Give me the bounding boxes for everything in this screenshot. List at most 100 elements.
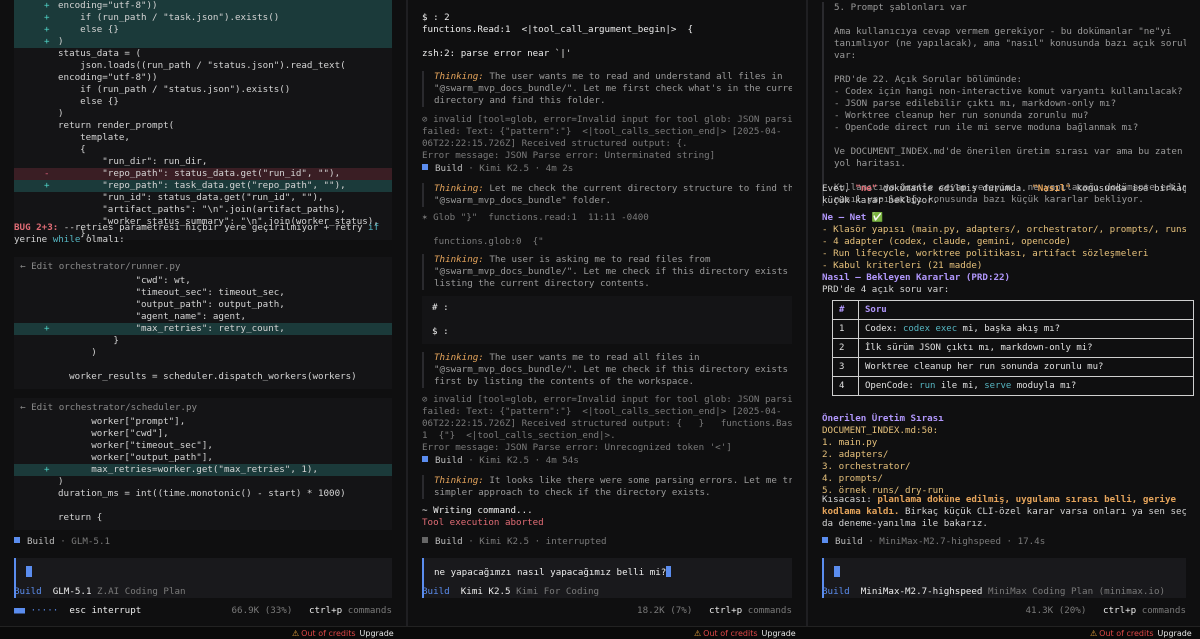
summary-part: Kısacası: [822, 494, 878, 505]
inline-code: codex exec [902, 324, 958, 334]
ne-item: - 4 adapter (codex, claude, gemini, open… [822, 236, 1071, 247]
build-label: Build [27, 536, 55, 547]
aborted-text: Tool execution aborted [422, 517, 544, 528]
diff-line: worker["cwd"], [14, 428, 392, 440]
diff-sign [44, 488, 58, 500]
diff-sign [44, 108, 58, 120]
progress-dots-icon: ■■ ····· [14, 605, 59, 616]
code-text: else {} [58, 96, 119, 107]
code-text: status_data = ( [58, 48, 141, 59]
provider-label: MiniMax Coding Plan (minimax.io) [988, 586, 1166, 597]
diff-sign [44, 144, 58, 156]
pane-status-line: 41.3K (20%) ctrl+p commands [822, 605, 1186, 617]
thinking-block-1: Thinking: The user wants me to read and … [422, 71, 792, 107]
table-row: 4 OpenCode: run ile mi, serve moduyla mı? [832, 376, 1194, 396]
thinking-continuation: 5. Prompt şablonları var Ama kullanıcıya… [822, 2, 1186, 206]
ne-item: - Klasör yapısı (main.py, adapters/, orc… [822, 224, 1186, 235]
question-text: İlk sürüm JSON çıktı mı, markdown-only m… [865, 343, 1093, 353]
terminal-pane-kimi[interactable]: $ : 2 functions.Read:1 <|tool_call_argume… [408, 0, 806, 626]
diff-sign [44, 60, 58, 72]
thinking-block-4: Thinking: The user wants me to read all … [422, 352, 792, 388]
model-label: GLM-5.1 [52, 586, 92, 597]
upgrade-link[interactable]: Upgrade [360, 629, 394, 638]
terminal-pane-minimax[interactable]: 5. Prompt şablonları var Ama kullanıcıya… [808, 0, 1200, 626]
table-cell-question: OpenCode: run ile mi, serve moduyla mı? [858, 376, 1194, 396]
table-cell-number: 2 [832, 338, 859, 358]
screen: + encoding="utf-8")) + if (run_path / "tas… [0, 0, 1200, 639]
table-header-row: # Soru [832, 300, 1194, 320]
code-text: worker["output_path"], [58, 452, 213, 463]
code-text: "timeout_sec": timeout_sec, [58, 287, 285, 298]
thinking-text: It looks like there were some parsing er… [483, 475, 792, 486]
ne-heading: Ne — Net ✅ [822, 212, 884, 223]
prd-item: - OpenCode direct run ile mi serve modun… [834, 122, 1139, 133]
table-header-number: # [832, 300, 859, 320]
build-label: Build [835, 536, 863, 547]
diff-line: return { [14, 512, 392, 524]
thinking-block-2: Thinking: Let me check the current direc… [422, 183, 792, 207]
diff-sign [44, 299, 58, 311]
model-footer: Build GLM-5.1 Z.AI Coding Plan [14, 586, 392, 598]
code-text: worker["cwd"], [58, 428, 169, 439]
question-text: ile mi, [935, 381, 985, 391]
shell-output-mid: # : $ : [422, 296, 792, 344]
diff-line: return render_prompt( [14, 120, 392, 132]
diff-sign [44, 192, 58, 204]
diff-sign: + [44, 24, 50, 35]
code-text: ) [58, 36, 64, 47]
terminal-pane-glm[interactable]: + encoding="utf-8")) + if (run_path / "tas… [0, 0, 406, 626]
diff-line: worker["prompt"], [14, 416, 392, 428]
diff-line: } [14, 335, 392, 347]
summary-text: Kısacası: planlama doküne edilmiş, uygul… [822, 494, 1186, 530]
diff-sign [44, 500, 58, 512]
diff-line: ) [14, 347, 392, 359]
code-text: "artifact_paths": "\n".join(artifact_pat… [58, 204, 346, 215]
model-label: Kimi K2.5 [460, 586, 511, 597]
commands-hint[interactable]: commands [348, 605, 392, 616]
build-status-3: Build · Kimi K2.5 · interrupted [422, 536, 792, 548]
diff-sign: + [44, 0, 50, 11]
code-text: "agent_name": agent, [58, 311, 247, 322]
diff-line: { [14, 144, 392, 156]
thinking-block-3: Thinking: The user is asking me to read … [422, 254, 792, 290]
diff-sign: + [44, 36, 50, 47]
order-source: DOCUMENT_INDEX.md:50: [822, 425, 939, 436]
diff-sign [44, 416, 58, 428]
error-line: failed: Text: {"pattern":"} <|tool_calls… [422, 126, 782, 137]
diff-sign [44, 96, 58, 108]
prompt-input-text[interactable]: ne yapacağımzı nasıl yapacağımız belli m… [434, 567, 666, 578]
model-footer: Build MiniMax-M2.7-highspeed MiniMax Cod… [822, 586, 1186, 598]
bug-keyword-while: while [52, 234, 81, 245]
diff-sign [44, 275, 58, 287]
thinking-label: Thinking: [434, 475, 484, 486]
diff-line: "artifact_paths": "\n".join(artifact_pat… [14, 204, 392, 216]
code-text: "cwd": wt, [58, 275, 191, 286]
diff-sign: + [44, 12, 50, 23]
diff-sign [44, 476, 58, 488]
diff-line: + max_retries=worker.get("max_retries", … [14, 464, 392, 476]
diff-line: if (run_path / "status.json").exists() [14, 84, 392, 96]
code-text: { [58, 144, 86, 155]
prd-item: - JSON parse edilebilir çıktı mı, markdo… [834, 98, 1117, 109]
answer-ne: "ne" [855, 183, 878, 194]
thinking-text: The user wants me to read all files in [483, 352, 700, 363]
diff-line: else {} [14, 96, 392, 108]
table-header-soru: Soru [858, 300, 1194, 320]
commands-hint[interactable]: commands [1142, 605, 1186, 616]
upgrade-link[interactable]: Upgrade [1158, 629, 1192, 638]
code-text: "repo_path": task_data.get("repo_path", … [58, 180, 346, 191]
diff-sign [44, 120, 58, 132]
commands-hint[interactable]: commands [748, 605, 792, 616]
build-label: Build [435, 455, 463, 466]
thinking-line: 5. Prompt şablonları var [834, 2, 967, 13]
edit-title-scheduler[interactable]: ← Edit orchestrator/scheduler.py [14, 398, 392, 416]
upgrade-link[interactable]: Upgrade [762, 629, 796, 638]
ne-item: - Kabul kriterleri (21 madde) [822, 260, 983, 271]
edit-title-runner[interactable]: ← Edit orchestrator/runner.py [14, 257, 392, 275]
diff-line: "run_id": status_data.get("run_id", ""), [14, 192, 392, 204]
token-usage: 66.9K (33%) [231, 605, 293, 616]
code-text: "output_path": output_path, [58, 299, 285, 310]
build-meta: · MiniMax-M2.7-highspeed · 17.4s [868, 536, 1046, 547]
ctrl-p-key: ctrl+p [308, 605, 343, 616]
text-cursor [666, 566, 672, 577]
